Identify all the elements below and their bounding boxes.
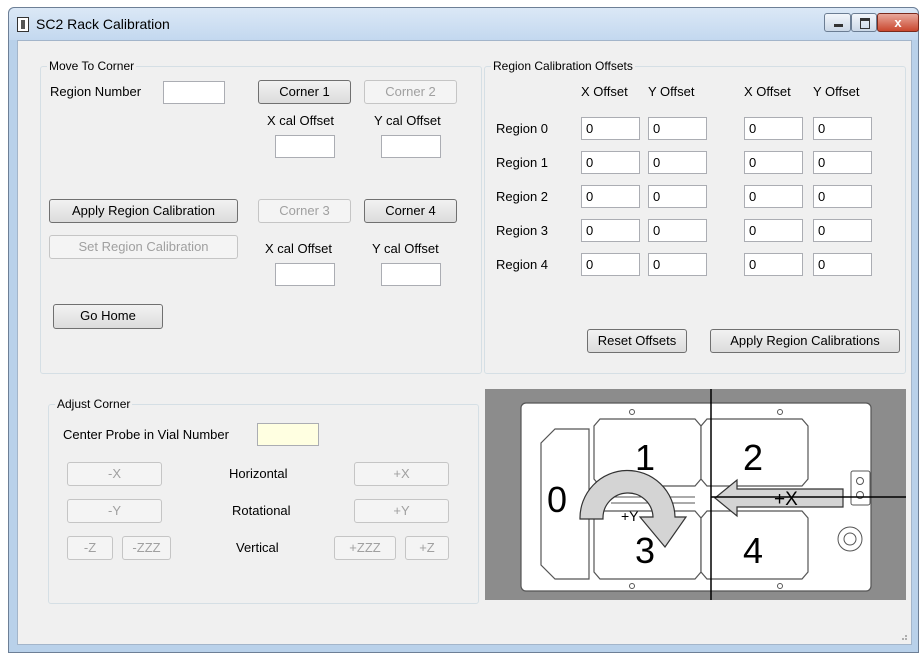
adjust-corner-group: Adjust Corner Center Probe in Vial Numbe… — [48, 397, 479, 604]
region-3-x-offset-a-input[interactable]: 0 — [581, 219, 640, 242]
region-4-number: 4 — [743, 530, 763, 571]
plus-z-button[interactable]: +Z — [405, 536, 449, 560]
resize-grip-icon[interactable] — [898, 631, 908, 641]
maximize-button[interactable] — [851, 13, 877, 32]
region-0-x-offset-a-input[interactable]: 0 — [581, 117, 640, 140]
region-1-label: Region 1 — [496, 155, 549, 170]
region-offsets-group: Region Calibration Offsets X Offset Y Of… — [484, 59, 906, 374]
y-cal-offset-top-input[interactable] — [381, 135, 441, 158]
maximize-icon — [860, 18, 870, 29]
corner-2-button[interactable]: Corner 2 — [364, 80, 457, 104]
region-0-number: 0 — [547, 479, 567, 520]
close-icon: x — [894, 15, 902, 30]
y-offset-header-2: Y Offset — [813, 84, 860, 99]
region-2-y-offset-a-input[interactable]: 0 — [648, 185, 707, 208]
x-cal-offset-bottom-input[interactable] — [275, 263, 335, 286]
minus-y-button[interactable]: -Y — [67, 499, 162, 523]
app-icon — [17, 17, 29, 32]
apply-region-calibrations-button[interactable]: Apply Region Calibrations — [710, 329, 900, 353]
x-cal-offset-top-input[interactable] — [275, 135, 335, 158]
plus-y-label: +Y — [621, 508, 639, 524]
x-offset-header-2: X Offset — [744, 84, 791, 99]
center-probe-vial-input[interactable] — [257, 423, 319, 446]
corner-4-button[interactable]: Corner 4 — [364, 199, 457, 223]
plus-x-label: +X — [774, 489, 798, 510]
client-area: Move To Corner Region Number Corner 1 Co… — [17, 40, 912, 645]
region-3-label: Region 3 — [496, 223, 549, 238]
region-4-label: Region 4 — [496, 257, 549, 272]
minimize-button[interactable] — [824, 13, 851, 32]
corner-3-button[interactable]: Corner 3 — [258, 199, 351, 223]
plus-y-button[interactable]: +Y — [354, 499, 449, 523]
reset-offsets-button[interactable]: Reset Offsets — [587, 329, 687, 353]
y-cal-offset-bottom-input[interactable] — [381, 263, 441, 286]
region-0-y-offset-b-input[interactable]: 0 — [813, 117, 872, 140]
minus-zzz-button[interactable]: -ZZZ — [122, 536, 171, 560]
plus-zzz-button[interactable]: +ZZZ — [334, 536, 396, 560]
region-3-y-offset-b-input[interactable]: 0 — [813, 219, 872, 242]
app-window: SC2 Rack Calibration x Move To Corner Re… — [8, 7, 919, 653]
minus-z-button[interactable]: -Z — [67, 536, 113, 560]
vertical-label: Vertical — [236, 540, 279, 555]
corner-1-button[interactable]: Corner 1 — [258, 80, 351, 104]
region-number-label: Region Number — [50, 84, 142, 99]
close-button[interactable]: x — [877, 13, 919, 32]
region-offsets-label: Region Calibration Offsets — [491, 59, 635, 73]
title-bar[interactable]: SC2 Rack Calibration x — [9, 8, 919, 40]
rack-diagram: 0 1 2 3 4 +X +Y — [485, 389, 906, 600]
move-to-corner-group: Move To Corner Region Number Corner 1 Co… — [40, 59, 482, 374]
region-1-x-offset-a-input[interactable]: 0 — [581, 151, 640, 174]
apply-region-calibration-button[interactable]: Apply Region Calibration — [49, 199, 238, 223]
window-title: SC2 Rack Calibration — [36, 16, 170, 32]
go-home-button[interactable]: Go Home — [53, 304, 163, 329]
x-cal-offset-label-bottom: X cal Offset — [265, 241, 332, 256]
move-to-corner-label: Move To Corner — [47, 59, 137, 73]
minimize-icon — [834, 24, 843, 27]
y-offset-header-1: Y Offset — [648, 84, 695, 99]
region-2-x-offset-b-input[interactable]: 0 — [744, 185, 803, 208]
region-1-x-offset-b-input[interactable]: 0 — [744, 151, 803, 174]
region-3-y-offset-a-input[interactable]: 0 — [648, 219, 707, 242]
rack-diagram-svg: 0 1 2 3 4 +X +Y — [520, 389, 906, 600]
region-number-input[interactable] — [163, 81, 225, 104]
y-cal-offset-label-top: Y cal Offset — [374, 113, 441, 128]
horizontal-label: Horizontal — [229, 466, 288, 481]
region-4-y-offset-b-input[interactable]: 0 — [813, 253, 872, 276]
adjust-corner-label: Adjust Corner — [55, 397, 133, 411]
region-3-x-offset-b-input[interactable]: 0 — [744, 219, 803, 242]
center-probe-label: Center Probe in Vial Number — [63, 427, 229, 442]
region-1-y-offset-a-input[interactable]: 0 — [648, 151, 707, 174]
region-0-y-offset-a-input[interactable]: 0 — [648, 117, 707, 140]
y-cal-offset-label-bottom: Y cal Offset — [372, 241, 439, 256]
x-offset-header-1: X Offset — [581, 84, 628, 99]
x-cal-offset-label-top: X cal Offset — [267, 113, 334, 128]
plus-x-button[interactable]: +X — [354, 462, 449, 486]
region-4-y-offset-a-input[interactable]: 0 — [648, 253, 707, 276]
region-1-number: 1 — [635, 437, 655, 478]
region-3-number: 3 — [635, 530, 655, 571]
region-0-label: Region 0 — [496, 121, 549, 136]
region-0-x-offset-b-input[interactable]: 0 — [744, 117, 803, 140]
region-2-number: 2 — [743, 437, 763, 478]
region-2-label: Region 2 — [496, 189, 549, 204]
region-1-y-offset-b-input[interactable]: 0 — [813, 151, 872, 174]
region-4-x-offset-b-input[interactable]: 0 — [744, 253, 803, 276]
region-2-y-offset-b-input[interactable]: 0 — [813, 185, 872, 208]
region-2-x-offset-a-input[interactable]: 0 — [581, 185, 640, 208]
connector-icon — [850, 470, 871, 506]
rotational-label: Rotational — [232, 503, 291, 518]
set-region-calibration-button[interactable]: Set Region Calibration — [49, 235, 238, 259]
region-4-x-offset-a-input[interactable]: 0 — [581, 253, 640, 276]
minus-x-button[interactable]: -X — [67, 462, 162, 486]
